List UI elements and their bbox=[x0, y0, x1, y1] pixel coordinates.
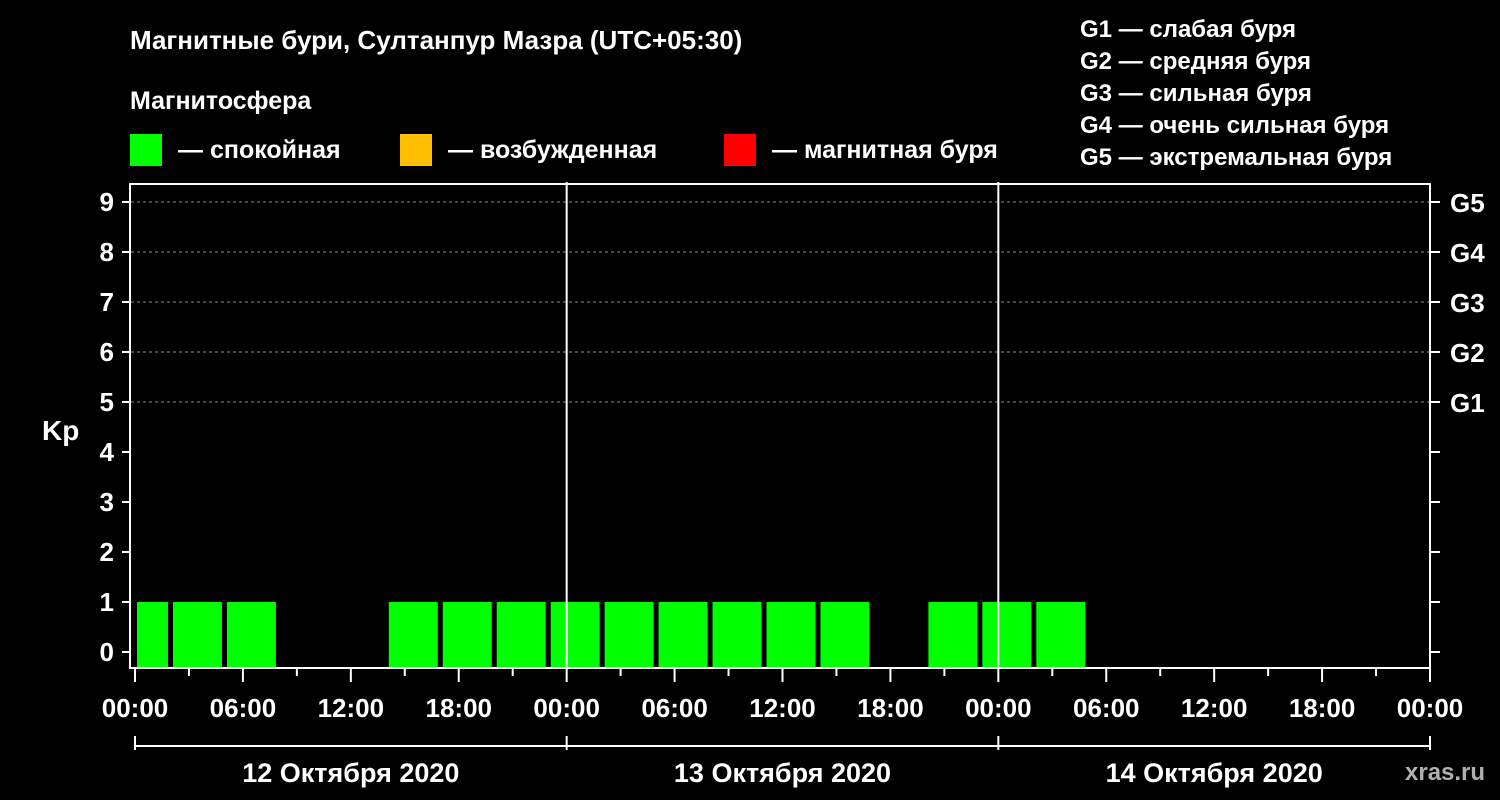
plot-frame bbox=[129, 183, 1431, 669]
legend-item-quiet: — спокойная bbox=[130, 134, 341, 166]
y-axis: 0 1 2 3 4 5 6 7 8 9 bbox=[100, 187, 130, 667]
kp-bar bbox=[1036, 602, 1086, 667]
g-level-label: G3 bbox=[1450, 288, 1485, 318]
y-tick-label: 7 bbox=[100, 287, 114, 317]
storm-scale-item: G5 — экстремальная буря bbox=[1080, 144, 1392, 171]
legend-item-storm: — магнитная буря bbox=[724, 134, 998, 166]
kp-bar bbox=[172, 602, 222, 667]
x-tick-label: 12:00 bbox=[1181, 693, 1248, 723]
legend-swatch bbox=[724, 134, 756, 166]
chart-title: Магнитные бури, Султанпур Мазра (UTC+05:… bbox=[130, 25, 742, 55]
kp-bar bbox=[766, 602, 816, 667]
legend-label: — возбужденная bbox=[448, 136, 657, 164]
y-tick-label: 0 bbox=[100, 637, 114, 667]
x-tick-label: 18:00 bbox=[426, 693, 493, 723]
x-tick-label: 06:00 bbox=[641, 693, 708, 723]
kp-bar bbox=[137, 602, 168, 667]
kp-bar bbox=[982, 602, 1032, 667]
storm-scale-item: G2 — средняя буря bbox=[1080, 48, 1311, 75]
storm-scale-item: G1 — слабая буря bbox=[1080, 16, 1296, 43]
g-level-axis: G1 G2 G3 G4 G5 bbox=[1430, 188, 1485, 653]
kp-chart: Магнитные бури, Султанпур Мазра (UTC+05:… bbox=[42, 16, 1485, 788]
y-tick-label: 9 bbox=[100, 187, 114, 217]
day-label: 13 Октября 2020 bbox=[674, 758, 891, 788]
day-separators bbox=[565, 182, 1000, 668]
kp-bar bbox=[658, 602, 708, 667]
x-tick-label: 18:00 bbox=[857, 693, 924, 723]
kp-bar bbox=[442, 602, 492, 667]
day-label: 12 Октября 2020 bbox=[242, 758, 459, 788]
storm-scale-legend: G1 — слабая буря G2 — средняя буря G3 — си… bbox=[1080, 16, 1392, 171]
grid bbox=[131, 201, 1429, 403]
x-tick-label: 00:00 bbox=[102, 693, 169, 723]
legend: — спокойная — возбужденная — магнитная бур… bbox=[130, 134, 998, 166]
x-tick-label: 12:00 bbox=[749, 693, 816, 723]
y-tick-label: 8 bbox=[100, 237, 114, 267]
kp-bar bbox=[388, 602, 438, 667]
x-tick-label: 00:00 bbox=[1397, 693, 1464, 723]
y-tick-label: 1 bbox=[100, 587, 114, 617]
kp-bar bbox=[712, 602, 762, 667]
legend-heading: Магнитосфера bbox=[130, 87, 312, 115]
g-level-label: G2 bbox=[1450, 338, 1485, 368]
x-tick-label: 06:00 bbox=[1073, 693, 1140, 723]
kp-bar bbox=[550, 602, 600, 667]
legend-label: — спокойная bbox=[178, 136, 341, 164]
x-tick-label: 06:00 bbox=[210, 693, 277, 723]
kp-bar bbox=[226, 602, 276, 667]
day-label: 14 Октября 2020 bbox=[1106, 758, 1323, 788]
x-tick-label: 12:00 bbox=[318, 693, 385, 723]
legend-swatch bbox=[400, 134, 432, 166]
storm-scale-item: G3 — сильная буря bbox=[1080, 80, 1312, 107]
y-tick-label: 5 bbox=[100, 387, 114, 417]
x-tick-label: 18:00 bbox=[1289, 693, 1356, 723]
g-level-label: G5 bbox=[1450, 188, 1485, 218]
y-tick-label: 6 bbox=[100, 337, 114, 367]
legend-swatch bbox=[130, 134, 162, 166]
y-tick-label: 3 bbox=[100, 487, 114, 517]
kp-bar bbox=[928, 602, 978, 667]
g-level-label: G4 bbox=[1450, 238, 1485, 268]
y-tick-label: 4 bbox=[100, 437, 115, 467]
x-tick-label: 00:00 bbox=[965, 693, 1032, 723]
legend-item-active: — возбужденная bbox=[400, 134, 657, 166]
x-axis: 00:00 06:00 12:00 18:00 00:00 06:00 12:00 18:00… bbox=[102, 668, 1464, 723]
watermark: xras.ru bbox=[1405, 759, 1485, 786]
day-axis: 12 Октября 2020 13 Октября 2020 14 Октября… bbox=[134, 736, 1431, 788]
legend-label: — магнитная буря bbox=[772, 136, 998, 164]
storm-scale-item: G4 — очень сильная буря bbox=[1080, 112, 1389, 139]
x-tick-label: 00:00 bbox=[533, 693, 600, 723]
y-tick-label: 2 bbox=[100, 537, 114, 567]
kp-bar bbox=[820, 602, 870, 667]
g-level-label: G1 bbox=[1450, 388, 1485, 418]
bars bbox=[137, 602, 1086, 667]
kp-bar bbox=[496, 602, 546, 667]
y-axis-label: Kp bbox=[42, 415, 79, 446]
kp-bar bbox=[604, 602, 654, 667]
